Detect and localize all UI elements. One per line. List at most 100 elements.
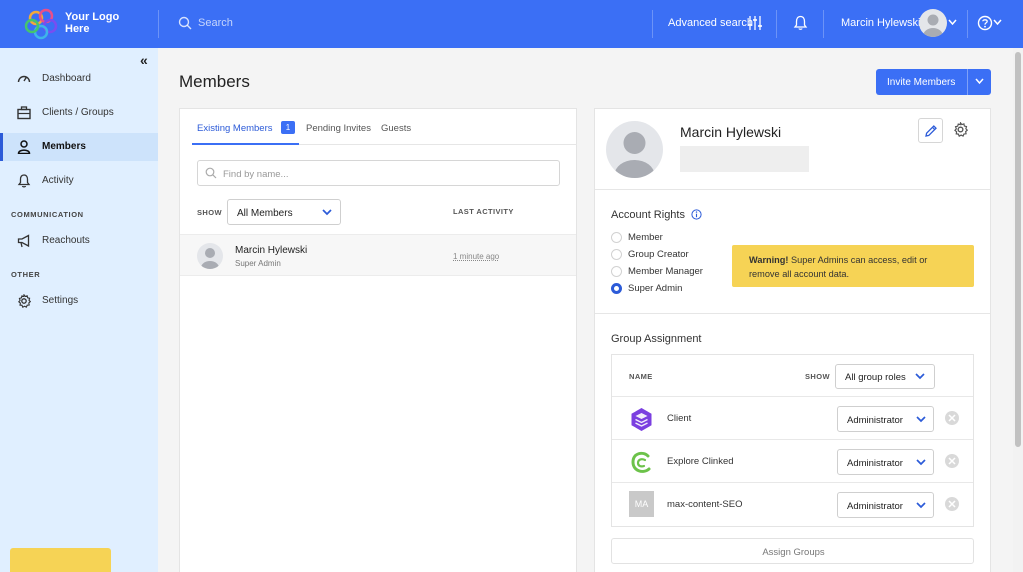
member-name: Marcin Hylewski xyxy=(235,245,308,256)
section-heading-other: OTHER xyxy=(11,270,41,279)
members-list-panel: Existing Members 1 Pending Invites Guest… xyxy=(179,108,577,572)
sidebar-item-label: Members xyxy=(42,141,86,152)
chevron-down-icon xyxy=(916,502,926,509)
invite-members-button[interactable]: Invite Members xyxy=(876,69,991,95)
member-email-placeholder xyxy=(680,146,809,172)
avatar xyxy=(197,243,223,269)
group-row[interactable]: Client Administrator xyxy=(612,396,973,439)
group-row[interactable]: Explore Clinked Administrator xyxy=(612,439,973,482)
remove-group-button[interactable] xyxy=(945,497,959,511)
bell-icon[interactable] xyxy=(793,15,808,31)
scrollbar-thumb[interactable] xyxy=(1015,52,1021,447)
info-icon[interactable] xyxy=(691,209,702,220)
right-option-label: Group Creator xyxy=(628,249,689,260)
group-role-value: Administrator xyxy=(847,501,903,512)
megaphone-icon xyxy=(17,234,30,248)
remove-group-button[interactable] xyxy=(945,454,959,468)
group-row[interactable]: MA max-content-SEO Administrator xyxy=(612,482,973,525)
sidebar-item-activity[interactable]: Activity xyxy=(0,167,158,195)
radio-unchecked[interactable] xyxy=(611,249,622,260)
sidebar-item-label: Clients / Groups xyxy=(42,107,114,118)
sidebar-item-label: Activity xyxy=(42,175,74,186)
search-icon[interactable] xyxy=(178,16,192,30)
right-option-label: Member Manager xyxy=(628,266,703,277)
advanced-search-link[interactable]: Advanced search xyxy=(668,17,753,29)
sidebar-item-label: Dashboard xyxy=(42,73,91,84)
briefcase-icon xyxy=(17,106,31,120)
group-name: max-content-SEO xyxy=(667,499,743,510)
radio-unchecked[interactable] xyxy=(611,266,622,277)
group-role-select[interactable]: Administrator xyxy=(837,492,934,518)
top-bar: Your Logo Here Search Advanced search Ma… xyxy=(0,0,1023,48)
chevron-down-icon[interactable] xyxy=(948,19,957,26)
group-role-select[interactable]: Administrator xyxy=(837,406,934,432)
warning-text: Warning! Super Admins can access, edit o… xyxy=(749,253,959,281)
group-role-value: Administrator xyxy=(847,415,903,426)
chevron-down-icon[interactable] xyxy=(975,78,984,85)
user-avatar[interactable] xyxy=(919,9,947,37)
page-scrollbar[interactable] xyxy=(1013,48,1023,572)
account-rights-title: Account Rights xyxy=(611,209,685,221)
sliders-icon[interactable] xyxy=(747,15,763,31)
search-input[interactable]: Search xyxy=(198,17,233,29)
group-assignment-title: Group Assignment xyxy=(611,333,702,345)
radio-checked[interactable] xyxy=(611,283,622,294)
show-members-value: All Members xyxy=(237,208,293,219)
divider xyxy=(776,10,777,38)
tab-pending-invites[interactable]: Pending Invites xyxy=(306,123,371,134)
sidebar-item-reachouts[interactable]: Reachouts xyxy=(0,227,158,255)
sidebar-item-label: Reachouts xyxy=(42,235,90,246)
close-icon xyxy=(948,457,956,465)
sidebar-item-members[interactable]: Members xyxy=(0,133,158,161)
person-icon xyxy=(17,140,31,154)
search-icon xyxy=(205,167,217,179)
member-row[interactable]: Marcin Hylewski Super Admin 1 minute ago xyxy=(180,234,576,276)
member-last-activity: 1 minute ago xyxy=(453,252,500,261)
divider xyxy=(967,69,968,95)
sidebar: « Dashboard Clients / Groups Members Act… xyxy=(0,48,158,572)
section-heading-communication: COMMUNICATION xyxy=(11,210,84,219)
last-activity-column-header: LAST ACTIVITY xyxy=(453,207,514,216)
sidebar-item-clients-groups[interactable]: Clients / Groups xyxy=(0,99,158,127)
divider xyxy=(652,10,653,38)
help-icon[interactable] xyxy=(977,15,993,31)
find-by-name-input[interactable]: Find by name... xyxy=(197,160,560,186)
sidebar-item-settings[interactable]: Settings xyxy=(0,287,158,315)
group-assignment-table: NAME SHOW All group roles Client Adminis… xyxy=(611,354,974,527)
close-icon xyxy=(948,414,956,422)
show-filter-label: SHOW xyxy=(805,372,830,381)
user-name[interactable]: Marcin Hylewski xyxy=(841,17,920,29)
tab-existing-members[interactable]: Existing Members xyxy=(197,123,273,134)
invite-members-label: Invite Members xyxy=(887,77,956,88)
chevron-down-icon xyxy=(916,416,926,423)
sidebar-item-dashboard[interactable]: Dashboard xyxy=(0,65,158,93)
tab-guests[interactable]: Guests xyxy=(381,123,411,134)
show-members-select[interactable]: All Members xyxy=(227,199,341,225)
tab-count-badge: 1 xyxy=(281,121,295,134)
assign-groups-button[interactable]: Assign Groups xyxy=(611,538,974,564)
sidebar-notice-tab[interactable] xyxy=(10,548,111,572)
logo-icon[interactable] xyxy=(22,6,62,42)
sidebar-item-label: Settings xyxy=(42,295,79,306)
group-roles-select[interactable]: All group roles xyxy=(835,364,935,389)
layers-hex-icon xyxy=(631,408,652,431)
radio-unchecked[interactable] xyxy=(611,232,622,243)
avatar-icon xyxy=(614,132,655,178)
show-filter-label: SHOW xyxy=(197,208,222,217)
chevron-down-icon[interactable] xyxy=(993,19,1002,26)
chevron-down-icon xyxy=(322,209,332,216)
group-name: Explore Clinked xyxy=(667,456,734,467)
edit-button[interactable] xyxy=(918,118,943,143)
close-icon xyxy=(948,500,956,508)
bell-icon xyxy=(17,174,31,188)
divider xyxy=(595,189,990,190)
group-role-select[interactable]: Administrator xyxy=(837,449,934,475)
avatar-icon xyxy=(201,248,219,269)
divider xyxy=(595,313,990,314)
remove-group-button[interactable] xyxy=(945,411,959,425)
chevron-down-icon xyxy=(916,459,926,466)
right-option-label: Super Admin xyxy=(628,283,683,294)
right-option-label: Member xyxy=(628,232,663,243)
gear-icon[interactable] xyxy=(953,122,968,137)
logo-text[interactable]: Your Logo Here xyxy=(65,11,135,35)
